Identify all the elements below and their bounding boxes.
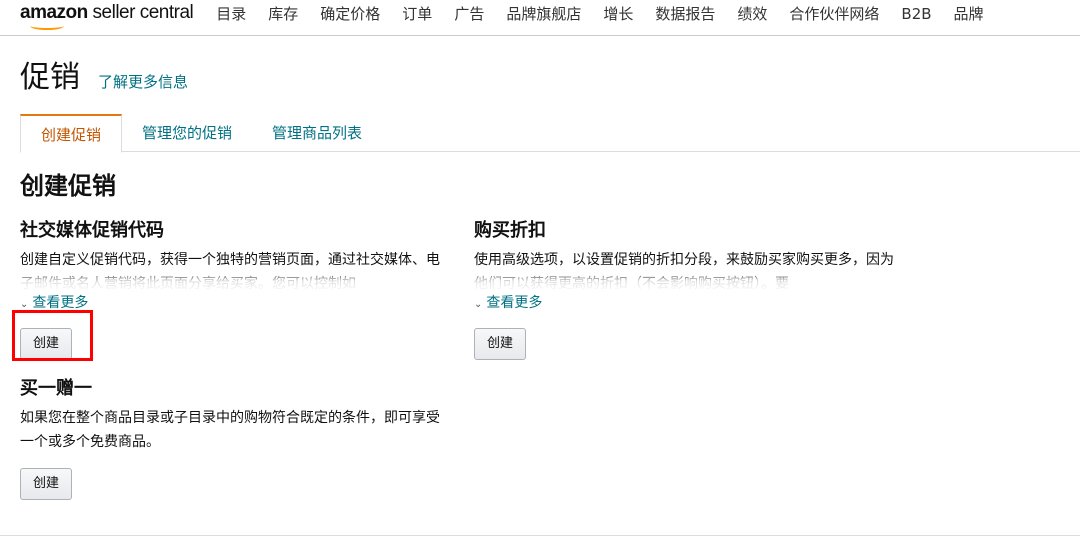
tab-bar: 创建促销 管理您的促销 管理商品列表 [20,114,1080,153]
tab-manage-product-list[interactable]: 管理商品列表 [252,114,382,151]
page-title: 促销 [20,60,80,95]
create-button[interactable]: 创建 [474,328,527,360]
top-nav-bar: amazon seller central 目录 库存 确定价格 订单 广告 品… [0,0,1080,36]
card-buy-one-get-one: 买一赠一 如果您在整个商品目录或子目录中的购物符合既定的条件，即可享受一个或多个… [20,374,440,500]
card-title: 社交媒体促销代码 [20,220,164,241]
chevron-down-icon: ⌄ [474,299,483,310]
nav-stores[interactable]: 品牌旗舰店 [506,0,581,28]
nav-pricing[interactable]: 确定价格 [320,0,380,28]
nav-catalog[interactable]: 目录 [216,0,246,28]
highlight-box [12,310,93,361]
see-more-link[interactable]: ⌄ 查看更多 [474,292,894,312]
nav-orders[interactable]: 订单 [402,0,432,28]
nav-performance[interactable]: 绩效 [737,0,767,28]
nav-brands[interactable]: 品牌 [954,0,984,28]
create-button[interactable]: 创建 [20,468,73,500]
section-title: 创建促销 [20,172,116,200]
nav-growth[interactable]: 增长 [603,0,633,28]
tab-create-promotion[interactable]: 创建促销 [20,114,123,153]
amazon-seller-central-logo[interactable]: amazon seller central [20,0,194,30]
card-title: 买一赠一 [20,378,92,399]
card-description: 创建自定义促销代码，获得一个独特的营销页面，通过社交媒体、电子邮件或名人营销将此… [20,252,440,292]
nav-advertising[interactable]: 广告 [454,0,484,28]
learn-more-link[interactable]: 了解更多信息 [98,71,188,92]
see-more-link[interactable]: ⌄ 查看更多 [20,292,440,312]
page-header: 促销 了解更多信息 [20,52,188,96]
nav-inventory[interactable]: 库存 [268,0,298,28]
nav-partner-network[interactable]: 合作伙伴网络 [789,0,879,28]
smile-icon [30,22,64,30]
card-purchase-discount: 购买折扣 使用高级选项，以设置促销的折扣分段，来鼓励买家购买更多，因为他们可以获… [474,216,894,360]
chevron-down-icon: ⌄ [20,299,29,310]
main-menu: 目录 库存 确定价格 订单 广告 品牌旗舰店 增长 数据报告 绩效 合作伙伴网络… [205,0,994,28]
card-title: 购买折扣 [474,220,546,241]
nav-reports[interactable]: 数据报告 [655,0,715,28]
divider [0,535,1080,536]
tab-manage-promotions[interactable]: 管理您的促销 [122,114,252,151]
card-description: 使用高级选项，以设置促销的折扣分段，来鼓励买家购买更多，因为他们可以获得更高的折… [474,252,894,292]
nav-b2b[interactable]: B2B [901,0,931,28]
card-description: 如果您在整个商品目录或子目录中的购物符合既定的条件，即可享受一个或多个免费商品。 [20,410,440,450]
